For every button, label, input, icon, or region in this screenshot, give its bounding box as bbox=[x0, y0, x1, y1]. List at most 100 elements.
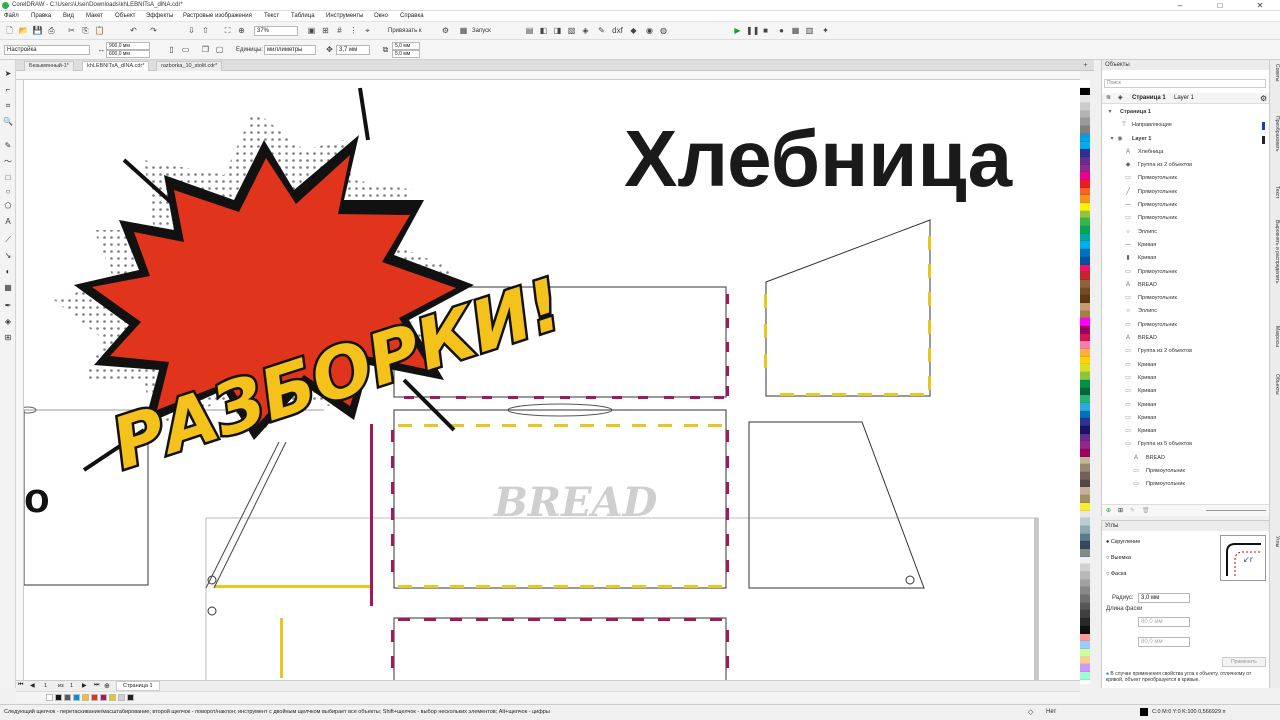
launch-dropdown[interactable]: Запуск bbox=[472, 28, 491, 34]
palette-swatch[interactable] bbox=[1080, 156, 1090, 165]
toolbar-plugin-4-icon[interactable]: ▧ bbox=[566, 25, 577, 36]
rulers-icon[interactable]: ⊞ bbox=[320, 25, 331, 36]
tree-object-item[interactable]: ▭ Прямоугольник bbox=[1102, 212, 1270, 225]
menu-object[interactable]: Объект bbox=[115, 13, 135, 19]
add-page-icon[interactable]: ⊕ bbox=[104, 682, 110, 690]
chamfer-b-field[interactable]: 80,0 мм bbox=[1138, 637, 1190, 647]
palette-swatch[interactable] bbox=[1080, 187, 1090, 196]
zoom-icon[interactable]: ⊕ bbox=[236, 25, 247, 36]
redo-icon[interactable]: ↷ bbox=[148, 25, 159, 36]
toolbar-plugin-7-icon[interactable]: ◆ bbox=[628, 25, 639, 36]
page-height-field[interactable]: 600,0 мм bbox=[106, 50, 150, 58]
menu-file[interactable]: Файл bbox=[4, 13, 19, 19]
script-icon[interactable]: ✦ bbox=[820, 25, 831, 36]
options-gear-icon[interactable]: ⚙ bbox=[440, 25, 451, 36]
palette-swatch[interactable] bbox=[1080, 602, 1090, 611]
landscape-icon[interactable]: ▭ bbox=[180, 44, 191, 55]
ellipse-tool-icon[interactable]: ○ bbox=[2, 186, 14, 198]
macro-manager-icon[interactable]: ▥ bbox=[804, 25, 815, 36]
palette-swatch[interactable] bbox=[1080, 441, 1090, 449]
view-mode-icon[interactable]: ◈ bbox=[1118, 93, 1123, 104]
toolbar-plugin-2-icon[interactable]: ◧ bbox=[538, 25, 549, 36]
tree-object-item[interactable]: — Прямоугольник bbox=[1102, 199, 1270, 212]
palette-swatch[interactable] bbox=[1080, 80, 1090, 88]
paste-icon[interactable]: 📋 bbox=[94, 25, 105, 36]
tree-object-item[interactable]: A BREAD bbox=[1102, 452, 1270, 465]
palette-swatch[interactable] bbox=[1080, 618, 1090, 626]
tree-object-item[interactable]: ▭ Кривая bbox=[1102, 359, 1270, 372]
tree-object-item[interactable]: ▭ Прямоугольник bbox=[1102, 465, 1270, 478]
palette-swatch[interactable] bbox=[1080, 310, 1090, 319]
palette-swatch[interactable] bbox=[1080, 295, 1090, 303]
artistic-media-icon[interactable]: 〜 bbox=[2, 156, 14, 168]
palette-swatch[interactable] bbox=[1080, 318, 1090, 326]
tree-page-node[interactable]: ▾ Страница 1 bbox=[1102, 106, 1270, 119]
blend-tool-icon[interactable]: ◐ bbox=[2, 266, 14, 278]
palette-swatch[interactable] bbox=[1080, 472, 1090, 480]
tree-object-item[interactable]: ▭ Кривая bbox=[1102, 425, 1270, 438]
menu-effects[interactable]: Эффекты bbox=[146, 13, 173, 19]
toolbar-plugin-1-icon[interactable]: ▤ bbox=[524, 25, 535, 36]
tree-object-item[interactable]: ╱ Прямоугольник bbox=[1102, 186, 1270, 199]
apply-corner-button[interactable]: Применить bbox=[1222, 657, 1266, 667]
palette-swatch[interactable] bbox=[1080, 133, 1090, 142]
tree-object-item[interactable]: A BREAD bbox=[1102, 279, 1270, 292]
doc-palette-swatch[interactable] bbox=[118, 694, 125, 701]
tree-guides-node[interactable]: ⊤ Направляющие bbox=[1102, 119, 1270, 132]
parallel-dimension-icon[interactable]: ⟋ bbox=[2, 234, 14, 246]
minimize-button[interactable]: – bbox=[1160, 0, 1200, 11]
palette-swatch[interactable] bbox=[1080, 418, 1090, 426]
tree-object-item[interactable]: ○ Эллипс bbox=[1102, 305, 1270, 318]
move-layer-icon[interactable]: ✎ bbox=[1130, 507, 1135, 514]
vertical-ruler[interactable] bbox=[16, 80, 24, 680]
palette-swatch[interactable] bbox=[1080, 572, 1090, 580]
tree-object-item[interactable]: ▭ Группа из 2 объектов bbox=[1102, 345, 1270, 358]
hole-marker-2[interactable] bbox=[207, 606, 217, 616]
smart-fill-icon[interactable]: ⊞ bbox=[2, 332, 14, 344]
palette-swatch[interactable] bbox=[1080, 456, 1090, 465]
duplicate-y-field[interactable]: 5,0 мм bbox=[392, 50, 420, 58]
tree-object-item[interactable]: A BREAD bbox=[1102, 332, 1270, 345]
palette-swatch[interactable] bbox=[1080, 272, 1090, 280]
rectangle-tool-icon[interactable]: □ bbox=[2, 172, 14, 184]
units-select[interactable]: миллиметры bbox=[264, 45, 316, 55]
first-page-icon[interactable]: ⏮ bbox=[18, 682, 23, 689]
record-macro-icon[interactable]: ● bbox=[776, 25, 787, 36]
new-layer-icon[interactable]: ⊕ bbox=[1106, 507, 1111, 514]
palette-swatch[interactable] bbox=[1080, 210, 1090, 219]
delete-layer-icon[interactable]: 🗑 bbox=[1142, 507, 1150, 514]
palette-swatch[interactable] bbox=[1080, 218, 1090, 227]
doc-palette-swatch[interactable] bbox=[82, 694, 89, 701]
menu-window[interactable]: Окно bbox=[374, 13, 388, 19]
tree-object-item[interactable]: ▭ Прямоугольник bbox=[1102, 319, 1270, 332]
palette-swatch[interactable] bbox=[1080, 103, 1090, 111]
palette-swatch[interactable] bbox=[1080, 110, 1090, 119]
side-tab-align[interactable]: Выровнять и распределить bbox=[1271, 220, 1280, 283]
tree-object-item[interactable]: ◆ Группа из 2 объектов bbox=[1102, 159, 1270, 172]
guidelines-icon[interactable]: ⋮ bbox=[348, 25, 359, 36]
fullscreen-icon[interactable]: ⛶ bbox=[222, 25, 233, 36]
macro-editor-icon[interactable]: ▦ bbox=[790, 25, 801, 36]
color-palette[interactable] bbox=[1080, 80, 1090, 684]
back-panel-outline[interactable] bbox=[205, 517, 1039, 680]
palette-swatch[interactable] bbox=[1080, 249, 1090, 257]
menu-layout[interactable]: Макет bbox=[86, 13, 103, 19]
palette-swatch[interactable] bbox=[1080, 595, 1090, 603]
palette-swatch[interactable] bbox=[1080, 95, 1090, 104]
tree-layer-node[interactable]: ▾ ◉ Layer 1 bbox=[1102, 133, 1270, 146]
palette-swatch[interactable] bbox=[1080, 633, 1090, 642]
side-tab-hints[interactable]: Советы bbox=[1271, 64, 1280, 82]
menu-edit[interactable]: Правка bbox=[31, 13, 51, 19]
palette-swatch[interactable] bbox=[1080, 233, 1090, 242]
snap-to-dropdown[interactable]: Привязать к bbox=[388, 28, 422, 34]
drawing-canvas[interactable]: Хлебница o BREAD РАЗБОРКИ! bbox=[24, 80, 1080, 680]
add-tab-icon[interactable]: + bbox=[1080, 60, 1091, 71]
connector-tool-icon[interactable]: ↘ bbox=[2, 250, 14, 262]
palette-swatch[interactable] bbox=[1080, 341, 1090, 350]
export-dxf-icon[interactable]: dxf bbox=[612, 25, 623, 36]
palette-swatch[interactable] bbox=[1080, 203, 1090, 211]
side-tab-transform[interactable]: Преобразовать bbox=[1271, 116, 1280, 152]
palette-swatch[interactable] bbox=[1080, 302, 1090, 311]
doc-palette-swatch[interactable] bbox=[91, 694, 98, 701]
palette-swatch[interactable] bbox=[1080, 641, 1090, 649]
